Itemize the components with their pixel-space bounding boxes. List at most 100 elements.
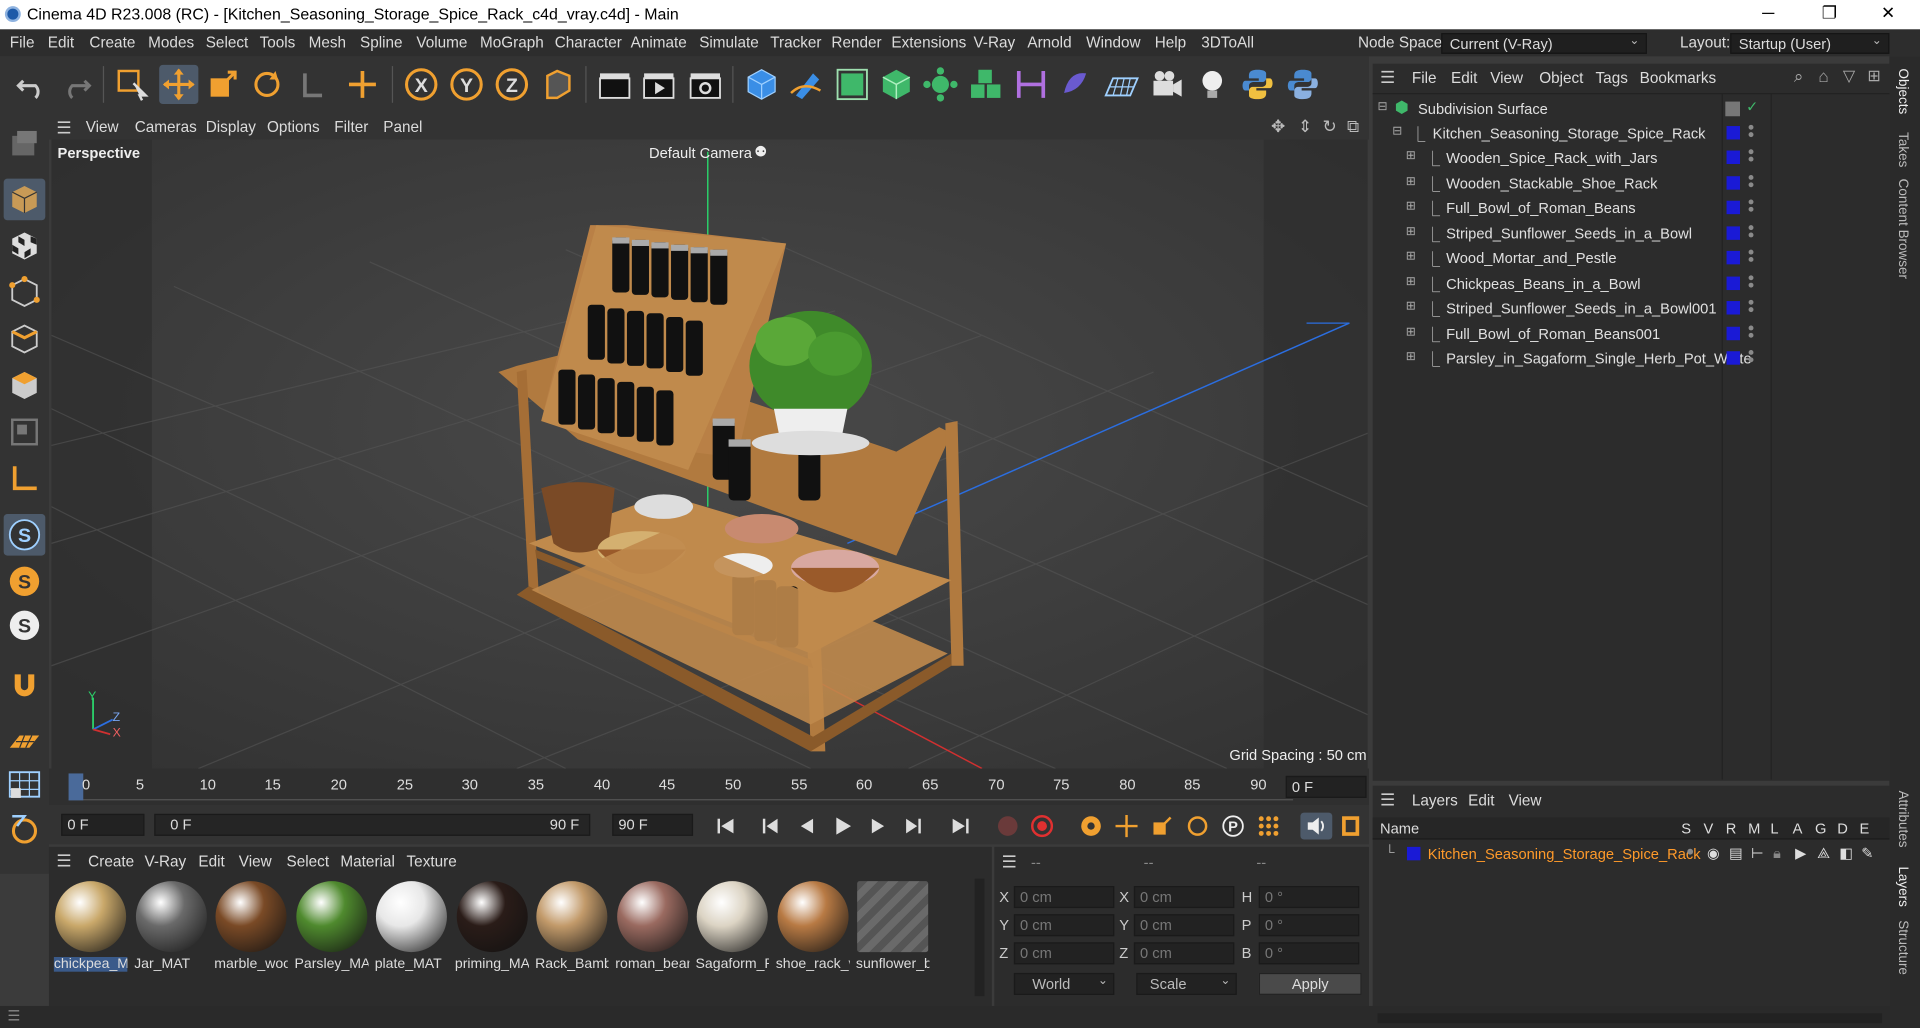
visibility-dots-icon[interactable] <box>1748 124 1754 140</box>
expand-icon[interactable]: ⊞ <box>1406 174 1416 187</box>
visibility-dots-icon[interactable] <box>1748 299 1754 315</box>
home-icon[interactable]: ⌂ <box>1818 66 1828 86</box>
node-space-dropdown[interactable]: Current (V-Ray) ⌄ <box>1441 33 1647 54</box>
key-parameter-button[interactable]: P <box>1220 813 1247 840</box>
field-button[interactable] <box>1056 65 1095 104</box>
viewport-rotate-icon[interactable]: ↻ <box>1322 116 1336 137</box>
layer-flag-column[interactable]: M <box>1748 820 1760 837</box>
edge-mode-button[interactable] <box>4 318 46 360</box>
light-button[interactable] <box>1193 65 1232 104</box>
camera-button[interactable] <box>1147 65 1186 104</box>
expand-icon[interactable]: ⊞ <box>1406 275 1416 288</box>
checkmark-icon[interactable]: ✓ <box>1746 98 1758 115</box>
filter-icon[interactable]: ▽ <box>1843 66 1855 86</box>
coord-mode-dropdown[interactable]: Scale ⌄ <box>1136 972 1237 995</box>
render-clapper-icon[interactable]: ▤ <box>1729 844 1743 861</box>
viewport-menu-panel[interactable]: Panel <box>383 119 422 136</box>
y-axis-lock-button[interactable]: Y <box>447 65 486 104</box>
object-row[interactable]: ⊞ ⎿ Wooden_Stackable_Shoe_Rack <box>1373 171 1890 195</box>
layer-flag-column[interactable]: A <box>1793 820 1803 837</box>
object-row[interactable]: ⊞ ⎿ Striped_Sunflower_Seeds_in_a_Bowl <box>1373 221 1890 245</box>
floor-button[interactable] <box>1102 65 1141 104</box>
menu-modes[interactable]: Modes <box>148 34 194 51</box>
timeline-view-button[interactable] <box>1337 813 1364 840</box>
render-settings-button[interactable] <box>686 65 725 104</box>
object-row[interactable]: ⊞ ⎿ Parsley_in_Sagaform_Single_Herb_Pot_Wh… <box>1373 346 1890 370</box>
material-menu-vray[interactable]: V-Ray <box>144 853 186 870</box>
eye-icon[interactable]: ◉ <box>1707 844 1720 861</box>
key-scale-button[interactable] <box>1149 813 1176 840</box>
coords-menu-icon[interactable]: ☰ <box>1002 852 1017 873</box>
z-axis-lock-button[interactable]: Z <box>492 65 531 104</box>
previous-key-button[interactable] <box>757 813 784 840</box>
layout-dropdown[interactable]: Startup (User) ⌄ <box>1730 33 1890 54</box>
menu-extensions[interactable]: Extensions <box>891 34 966 51</box>
menu-help[interactable]: Help <box>1155 34 1186 51</box>
end-frame-field[interactable]: 90 F <box>612 813 694 836</box>
coord-value-field[interactable]: 0 cm <box>1013 914 1115 937</box>
tab-objects[interactable]: Objects <box>1896 69 1911 115</box>
expression-icon[interactable]: ✎ <box>1861 844 1873 861</box>
start-frame-field[interactable]: 0 F <box>61 813 145 836</box>
menu-arnold[interactable]: Arnold <box>1027 34 1071 51</box>
coord-value-field[interactable]: 0 ° <box>1258 942 1360 965</box>
deformer-button[interactable] <box>1011 65 1050 104</box>
material-menu-create[interactable]: Create <box>88 853 134 870</box>
python-script-button-2[interactable] <box>1283 65 1322 104</box>
previous-frame-button[interactable] <box>793 813 820 840</box>
next-key-button[interactable] <box>900 813 927 840</box>
pen-spline-button[interactable] <box>787 65 826 104</box>
expand-icon[interactable]: ⊞ <box>1406 250 1416 263</box>
expand-icon[interactable]: ⊞ <box>1406 300 1416 313</box>
cube-object-button[interactable] <box>742 65 781 104</box>
coord-value-field[interactable]: 0 ° <box>1258 886 1360 909</box>
current-frame-field[interactable]: 0 F <box>1285 775 1367 798</box>
menu-3dtoall[interactable]: 3DToAll <box>1201 34 1254 51</box>
collapse-icon[interactable]: ⊟ <box>1392 125 1402 138</box>
minimize-button[interactable]: ─ <box>1744 2 1793 26</box>
dynamic-guide-button[interactable] <box>4 808 46 850</box>
object-menu-object[interactable]: Object <box>1539 70 1583 87</box>
layer-flag-column[interactable]: L <box>1770 820 1778 837</box>
tab-structure[interactable]: Structure <box>1896 920 1911 975</box>
tab-takes[interactable]: Takes <box>1896 132 1911 167</box>
rotate-tool-button[interactable] <box>247 65 286 104</box>
key-position-button[interactable] <box>1113 813 1140 840</box>
viewport-menu-cameras[interactable]: Cameras <box>135 119 197 136</box>
3d-viewport[interactable]: Perspective Default Camera ⚉ Grid Spacin… <box>51 139 1368 769</box>
animation-play-icon[interactable]: ▶ <box>1795 844 1806 861</box>
material-swatch[interactable]: priming_MA <box>455 881 528 974</box>
collapse-icon[interactable]: ⊟ <box>1378 100 1388 113</box>
lock-icon[interactable]: 🔒︎ <box>1773 844 1781 862</box>
x-axis-lock-button[interactable]: X <box>402 65 441 104</box>
material-menu-select[interactable]: Select <box>287 853 330 870</box>
layer-flag-column[interactable]: R <box>1726 820 1737 837</box>
cloner-button[interactable] <box>921 65 960 104</box>
menu-mograph[interactable]: MoGraph <box>480 34 544 51</box>
generator-icon[interactable]: ⟁ <box>1817 844 1830 862</box>
coordinate-system-button[interactable] <box>539 65 578 104</box>
search-icon[interactable]: ⌕ <box>1794 66 1804 87</box>
autokey-button[interactable] <box>1029 813 1056 840</box>
coord-value-field[interactable]: 0 cm <box>1013 886 1115 909</box>
tab-layers[interactable]: Layers <box>1896 866 1911 906</box>
keyframe-selection-button[interactable] <box>1078 813 1105 840</box>
material-menu-icon[interactable]: ☰ <box>56 851 71 872</box>
viewport-menu-display[interactable]: Display <box>206 119 256 136</box>
layer-flag-column[interactable]: V <box>1704 820 1714 837</box>
layer-menu-view[interactable]: View <box>1509 792 1542 809</box>
menu-edit[interactable]: Edit <box>48 34 74 51</box>
coord-value-field[interactable]: 0 cm <box>1013 942 1115 965</box>
coord-value-field[interactable]: 0 ° <box>1258 914 1360 937</box>
menu-window[interactable]: Window <box>1086 34 1140 51</box>
material-swatch[interactable]: sunflower_b <box>856 881 929 974</box>
workplane-button[interactable] <box>4 720 46 762</box>
menu-select[interactable]: Select <box>206 34 249 51</box>
snap-button[interactable] <box>4 663 46 705</box>
menu-render[interactable]: Render <box>831 34 881 51</box>
visibility-dots-icon[interactable] <box>1748 324 1754 340</box>
menu-mesh[interactable]: Mesh <box>309 34 346 51</box>
object-row[interactable]: ⊞ ⎿ Wood_Mortar_and_Pestle <box>1373 246 1890 270</box>
expand-icon[interactable]: ⊞ <box>1406 225 1416 238</box>
key-pla-button[interactable] <box>1255 813 1282 840</box>
